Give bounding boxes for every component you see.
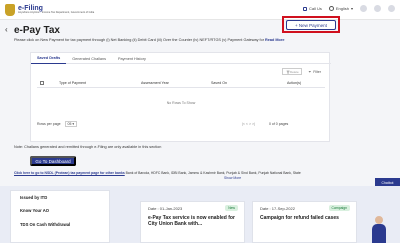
read-more-link[interactable]: Read More: [265, 38, 284, 42]
delete-button[interactable]: 🗑 Delete: [282, 68, 303, 75]
card-title: Campaign for refund failed cases: [260, 215, 339, 221]
other-banks-notice: Click here to go to NSDL (Protean) tax p…: [14, 171, 301, 175]
empty-table-message: No Rows To Show: [166, 101, 196, 105]
tab-generated-challans[interactable]: Generated Challans: [66, 53, 112, 64]
user-icon[interactable]: [374, 5, 381, 12]
tab-saved-drafts[interactable]: Saved Drafts: [31, 53, 67, 64]
emblem-icon: [5, 3, 15, 16]
logo-subtitle: Anywhere Anytime · Income Tax Department…: [18, 10, 95, 14]
column-assessment-year: Assessment Year: [141, 81, 169, 85]
assistant-avatar[interactable]: [372, 216, 386, 243]
menu-icon[interactable]: [388, 5, 395, 12]
filter-button[interactable]: ⏷ Filter: [308, 68, 321, 75]
language-label: English: [335, 6, 349, 11]
rows-per-page-select[interactable]: 05 ▾: [64, 121, 78, 127]
bank-list: Bank of Baroda, HDFC Bank, IDBI Bank, Ja…: [125, 171, 301, 175]
nsdl-link[interactable]: Click here to go to NSDL (Protean) tax p…: [14, 171, 125, 175]
card-date: Date : 01-Jan-2023: [148, 206, 183, 211]
status-badge: Campaign: [328, 205, 350, 211]
go-to-dashboard-button[interactable]: Go To Dashboard: [30, 156, 76, 166]
quick-link-issued-by-itd[interactable]: Issued by ITD: [20, 195, 47, 200]
filter-icon: ⏷: [308, 69, 312, 74]
tab-payment-history[interactable]: Payment History: [112, 53, 152, 64]
intro-body: Please click on New Payment for tax paym…: [14, 38, 264, 42]
show-more-link[interactable]: Show More: [224, 176, 241, 180]
efiling-logo[interactable]: e-Filing Anywhere Anytime · Income Tax D…: [5, 3, 95, 16]
call-us-link[interactable]: Call Us: [302, 6, 322, 11]
note-text: Note: Challans generated and remitted th…: [14, 145, 162, 149]
intro-text: Please click on New Payment for tax paym…: [14, 38, 284, 42]
globe-icon: [328, 6, 334, 11]
tab-bar: Saved Drafts Generated Challans Payment …: [31, 53, 331, 64]
status-badge: New: [225, 205, 238, 211]
column-type-of-payment: Type of Payment: [59, 81, 86, 85]
news-card[interactable]: Date : 01-Jan-2023 New e-Pay Tax service…: [140, 201, 245, 243]
news-card[interactable]: Date : 17-Sep-2022 Campaign Campaign for…: [252, 201, 357, 243]
pagination: Rows per page 05 ▾ |< < > >| 0 of 0 page…: [37, 119, 325, 129]
delete-label: Delete: [289, 69, 299, 74]
language-selector[interactable]: English ▾: [328, 6, 353, 11]
filter-label: Filter: [313, 69, 321, 74]
card-date: Date : 17-Sep-2022: [260, 206, 295, 211]
chevron-down-icon: ▾: [350, 6, 353, 11]
rows-per-page-label: Rows per page: [37, 122, 61, 126]
call-us-label: Call Us: [308, 6, 322, 11]
phone-icon: [302, 6, 307, 11]
card-title: e-Pay Tax service is now enabled for Cit…: [148, 215, 235, 228]
column-saved-on: Saved On: [211, 81, 227, 85]
quick-link-tds-cash-withdrawal[interactable]: TDS On Cash Withdrawal: [20, 222, 70, 227]
pager-nav-buttons[interactable]: |< < > >|: [242, 122, 255, 126]
avatar-head: [375, 216, 383, 224]
column-actions: Action(s): [287, 81, 302, 85]
quick-links-panel: Issued by ITD Know Your AO TDS On Cash W…: [10, 190, 110, 243]
rows-per-page-value: 05: [67, 122, 72, 126]
back-arrow-icon[interactable]: ‹: [5, 25, 8, 34]
top-bar: e-Filing Anywhere Anytime · Income Tax D…: [0, 0, 400, 20]
payments-panel: Saved Drafts Generated Challans Payment …: [30, 52, 331, 142]
accessibility-icon[interactable]: [360, 5, 367, 12]
avatar-body: [372, 224, 386, 243]
quick-link-know-your-ao[interactable]: Know Your AO: [20, 208, 49, 213]
new-payment-button[interactable]: + New Payment: [286, 20, 336, 30]
page-range: 0 of 0 pages: [269, 122, 289, 126]
page-title: e-Pay Tax: [14, 25, 60, 36]
select-all-checkbox[interactable]: [40, 81, 44, 85]
table-header: Type of Payment Assessment Year Saved On…: [37, 79, 325, 88]
